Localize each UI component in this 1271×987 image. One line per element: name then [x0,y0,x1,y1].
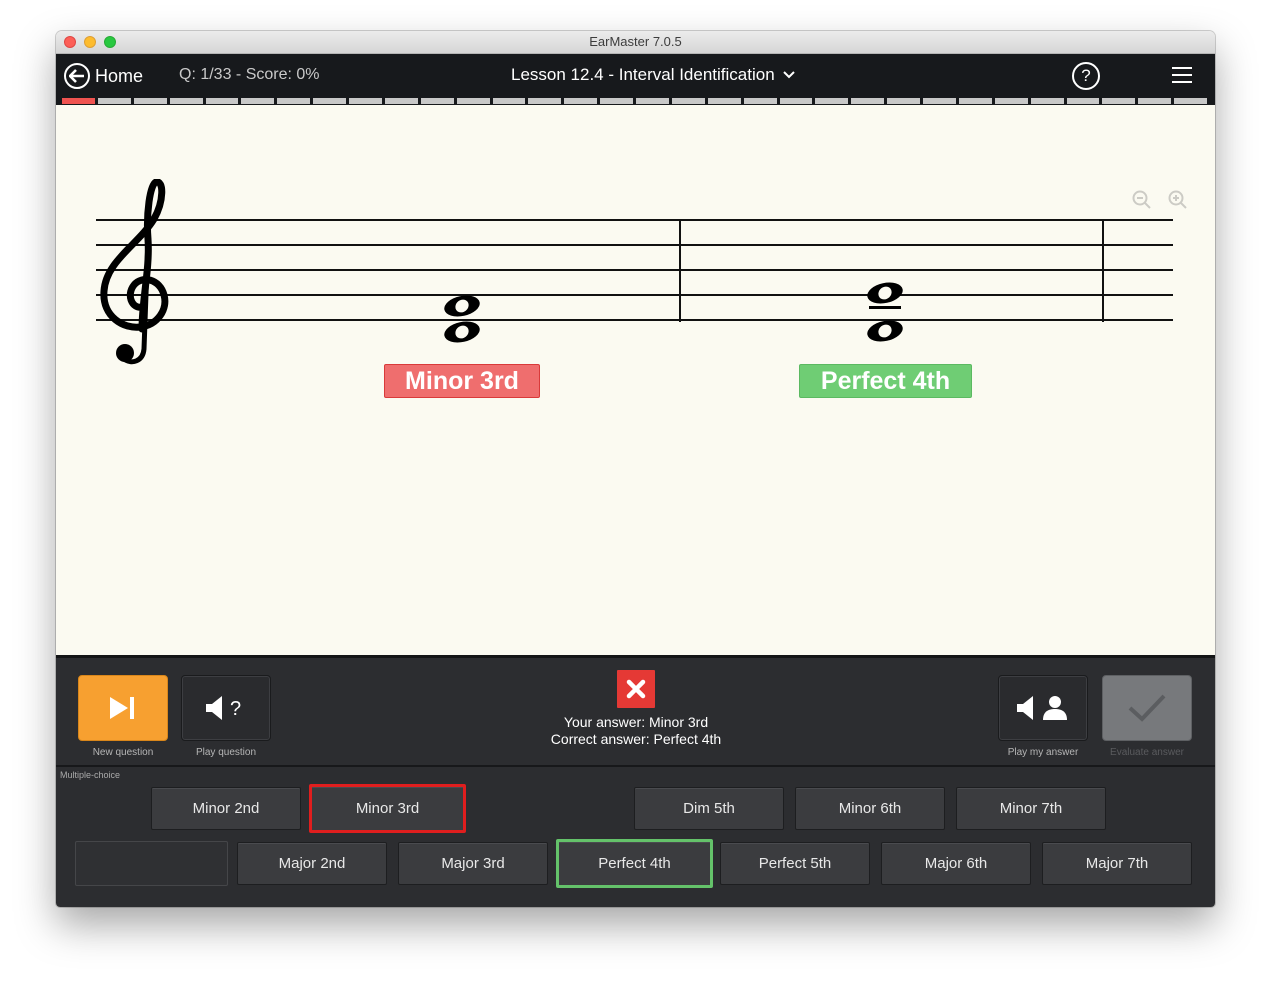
progress-segment [887,98,920,104]
answer-button-minor-3rd[interactable]: Minor 3rd [309,784,466,833]
checkmark-icon [1128,694,1166,722]
window-close-button[interactable] [64,36,76,48]
progress-segment [528,98,562,104]
progress-segment [1138,98,1172,104]
play-my-answer-caption: Play my answer [1007,747,1079,758]
barline [1102,221,1104,322]
help-icon[interactable]: ? [1072,62,1100,90]
progress-segment [169,98,203,104]
evaluate-answer-button[interactable] [1102,675,1192,741]
progress-segment [313,98,346,104]
answer-label-correct: Perfect 4th [799,364,972,398]
answer-button-perfect-5th[interactable]: Perfect 5th [720,842,870,885]
answer-label-incorrect: Minor 3rd [384,364,540,398]
staff-line [96,219,1173,221]
lesson-title: Lesson 12.4 - Interval Identification [511,65,775,84]
progress-segment [492,98,526,104]
speaker-question-icon: ? [206,696,241,720]
progress-segment [958,98,992,104]
play-my-answer-button[interactable] [998,675,1088,741]
window-minimize-button[interactable] [84,36,96,48]
progress-segment [564,98,598,104]
empty-answer-slot [75,841,228,886]
multiple-choice-panel: Multiple-choice Minor 2nd Minor 3rd Dim … [56,765,1215,907]
answer-feedback: Your answer: Minor 3rd Correct answer: P… [526,670,746,748]
progress-segment [420,98,454,104]
zoom-out-icon[interactable] [1132,190,1152,210]
progress-segment [779,98,813,104]
home-button[interactable]: Home [64,61,143,91]
new-question-caption: New question [92,747,154,758]
barline [679,221,681,322]
progress-segment [600,98,633,104]
answer-button-major-6th[interactable]: Major 6th [881,842,1031,885]
window-maximize-button[interactable] [104,36,116,48]
treble-clef-icon [100,179,169,365]
progress-segment [994,98,1028,104]
lesson-selector[interactable]: Lesson 12.4 - Interval Identification [511,65,795,85]
staff-line [96,319,1173,321]
hamburger-menu-icon[interactable] [1172,67,1192,83]
app-header: Home Q: 1/33 - Score: 0% Lesson 12.4 - I… [56,54,1215,97]
interval-notes-1 [444,295,480,343]
score-area [56,105,1215,655]
window-titlebar: EarMaster 7.0.5 [56,31,1215,54]
app-window: EarMaster 7.0.5 Home Q: 1/33 - Score: 0%… [56,31,1215,907]
answer-button-minor-7th[interactable]: Minor 7th [956,787,1106,830]
correct-answer-text: Correct answer: Perfect 4th [550,731,722,747]
answer-button-major-3rd[interactable]: Major 3rd [398,842,548,885]
progress-segment [349,98,382,104]
staff-line [96,244,1173,246]
incorrect-x-icon [617,670,655,708]
progress-segment [384,98,418,104]
progress-segment [97,98,131,104]
progress-segment [241,98,275,104]
progress-segment [277,98,311,104]
progress-segment [133,98,167,104]
speaker-person-icon [1017,696,1067,720]
progress-segment [671,98,705,104]
progress-segment [1030,98,1064,104]
window-title: EarMaster 7.0.5 [589,34,682,49]
answer-button-minor-2nd[interactable]: Minor 2nd [151,787,301,830]
zoom-in-icon[interactable] [1168,190,1188,210]
play-question-button[interactable]: ? [181,675,271,741]
answer-button-major-7th[interactable]: Major 7th [1042,842,1192,885]
answer-button-dim-5th[interactable]: Dim 5th [634,787,784,830]
help-symbol: ? [1081,66,1091,85]
control-bar: New question ? Play question Your answer… [56,655,1215,768]
progress-segment [815,98,849,104]
interval-notes-2 [867,282,903,342]
progress-segment [456,98,490,104]
progress-segment [1066,98,1100,104]
question-progress-bar [56,97,1215,105]
progress-segment [62,98,95,104]
progress-segment [707,98,741,104]
play-question-caption: Play question [195,747,257,758]
progress-segment [923,98,956,104]
staff-line [96,269,1173,271]
home-label: Home [95,65,144,86]
skip-next-icon [110,697,134,719]
answer-button-major-2nd[interactable]: Major 2nd [237,842,387,885]
progress-segment [205,98,239,104]
staff-line [96,294,1173,296]
evaluate-answer-caption: Evaluate answer [1110,747,1184,758]
progress-segment [636,98,669,104]
progress-segment [743,98,777,104]
answer-button-perfect-4th[interactable]: Perfect 4th [556,839,713,888]
your-answer-text: Your answer: Minor 3rd [563,714,709,730]
question-score-text: Q: 1/33 - Score: 0% [179,66,320,83]
back-arrow-icon [64,63,90,89]
svg-text:?: ? [230,698,241,720]
progress-segment [851,98,885,104]
chevron-down-icon [782,71,795,79]
progress-segment [1102,98,1136,104]
progress-segment [1174,98,1207,104]
multiple-choice-label: Multiple-choice [60,770,121,780]
new-question-button[interactable] [78,675,168,741]
answer-button-minor-6th[interactable]: Minor 6th [795,787,945,830]
